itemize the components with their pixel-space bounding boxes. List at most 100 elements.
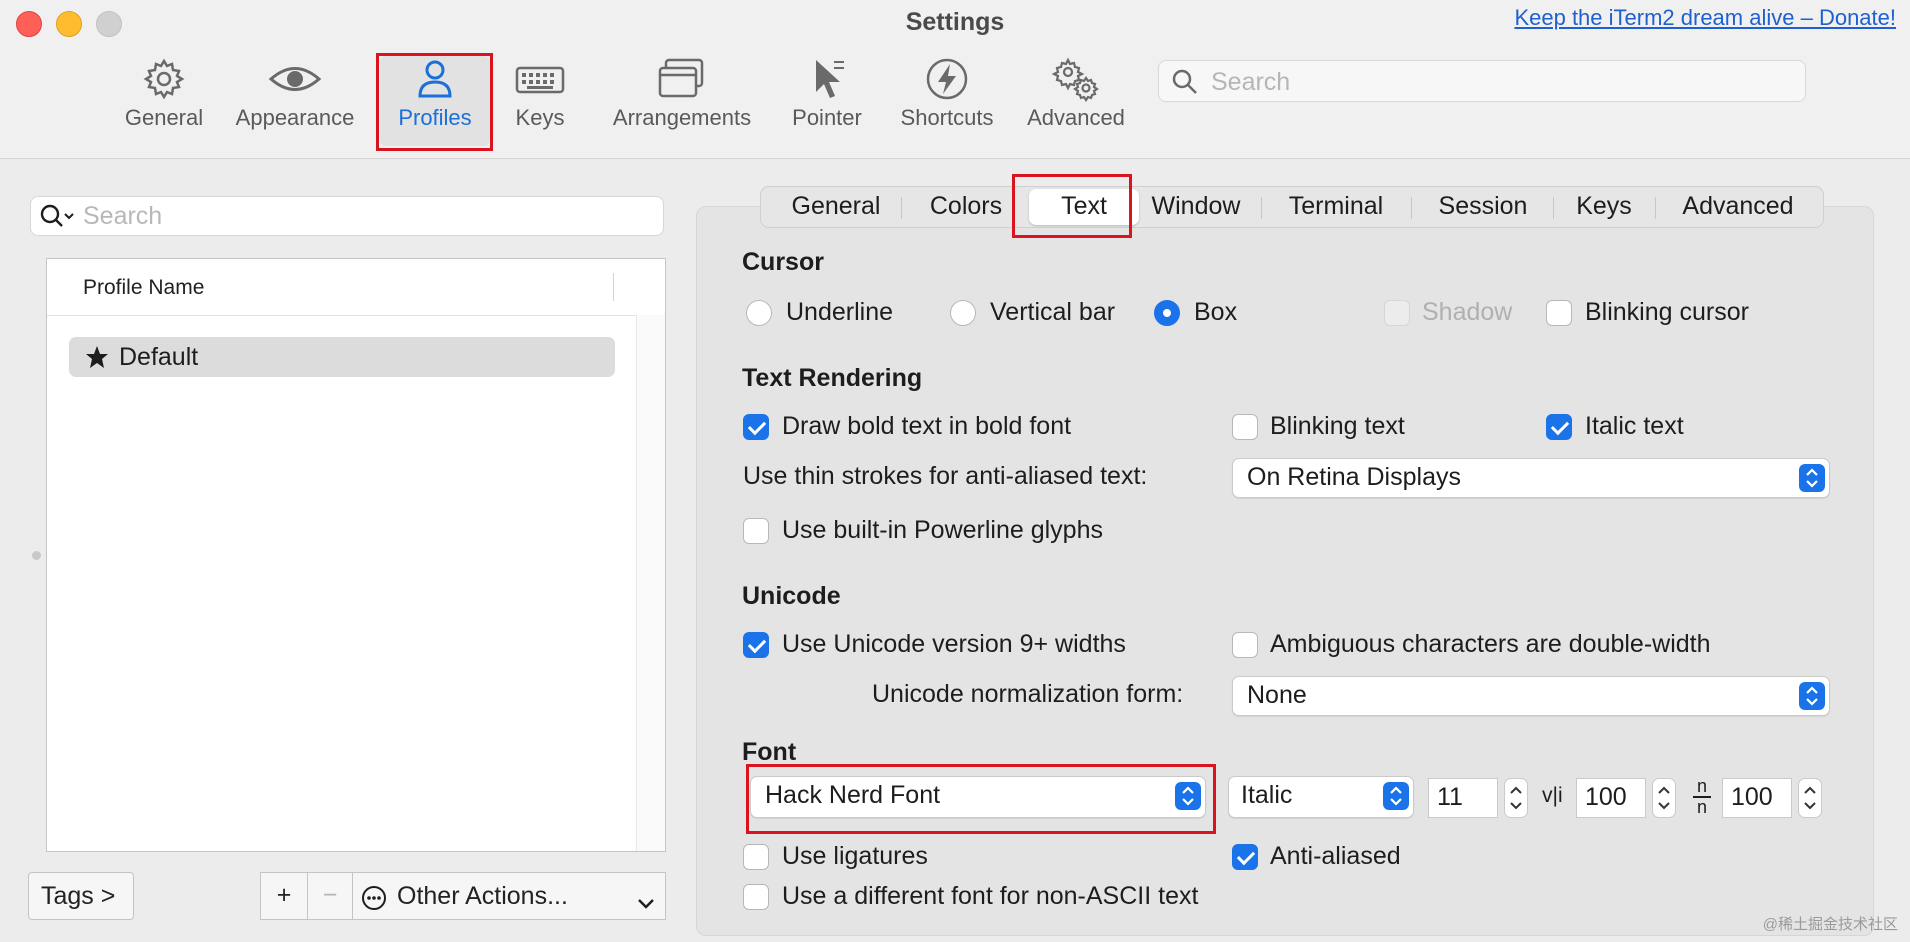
cursor-vertical-bar-label: Vertical bar	[990, 298, 1116, 326]
search-menu-icon[interactable]	[39, 202, 77, 235]
tab-separator	[901, 197, 902, 219]
up-down-chevron-icon	[1799, 464, 1825, 492]
cursor-box-label: Box	[1194, 298, 1238, 326]
font-heading: Font	[742, 738, 797, 766]
add-profile-label: +	[276, 881, 292, 909]
up-down-chevron-icon	[1799, 682, 1825, 710]
windows-icon	[602, 56, 762, 102]
unicode-heading: Unicode	[742, 582, 841, 610]
toolbar-advanced-label: Advanced	[1027, 105, 1125, 130]
ligatures-checkbox[interactable]	[743, 844, 769, 870]
horizontal-spacing-field[interactable]: 100	[1576, 778, 1646, 818]
ligatures-label: Use ligatures	[782, 842, 928, 870]
search-icon	[1171, 68, 1199, 101]
toolbar-search-input[interactable]: Search	[1158, 60, 1806, 102]
toolbar-general-label: General	[124, 105, 204, 130]
toolbar-advanced[interactable]: Advanced	[1018, 56, 1134, 146]
text-rendering-heading: Text Rendering	[742, 364, 923, 392]
horizontal-spacing-stepper[interactable]	[1652, 778, 1676, 818]
tags-button[interactable]: Tags >	[28, 872, 134, 920]
shadow-checkbox[interactable]	[1384, 300, 1410, 326]
vertical-spacing-symbol-top: n	[1696, 776, 1707, 796]
gears-icon	[1018, 56, 1134, 102]
normalization-value: None	[1247, 681, 1307, 709]
powerline-label: Use built-in Powerline glyphs	[782, 516, 1103, 544]
ambiguous-width-checkbox[interactable]	[1232, 632, 1258, 658]
tab-separator	[1553, 197, 1554, 219]
horizontal-spacing-icon: v|i	[1542, 784, 1563, 807]
cursor-heading: Cursor	[742, 248, 824, 276]
watermark: @稀土掘金技术社区	[1762, 916, 1898, 933]
cursor-underline-radio[interactable]	[746, 300, 772, 326]
remove-profile-button[interactable]: −	[307, 872, 353, 920]
tab-separator	[1411, 197, 1412, 219]
font-size-value: 11	[1437, 783, 1463, 811]
font-style-value: Italic	[1241, 781, 1293, 809]
tab-keys[interactable]: Keys	[1561, 192, 1647, 221]
tab-window[interactable]: Window	[1141, 192, 1251, 221]
toolbar-search-placeholder: Search	[1211, 68, 1291, 96]
tab-session[interactable]: Session	[1421, 192, 1545, 221]
split-view-handle[interactable]	[32, 551, 41, 560]
bold-font-checkbox[interactable]	[743, 414, 769, 440]
horizontal-spacing-value: 100	[1585, 783, 1627, 811]
unicode-widths-checkbox[interactable]	[743, 632, 769, 658]
blinking-cursor-checkbox[interactable]	[1546, 300, 1572, 326]
profile-table-scrollbar[interactable]	[636, 315, 665, 851]
lightning-icon	[888, 56, 1006, 102]
other-actions-label: Other Actions...	[397, 882, 568, 910]
toolbar-arrangements[interactable]: Arrangements	[602, 56, 762, 146]
add-profile-button[interactable]: +	[260, 872, 308, 920]
profiles-highlight-box	[376, 53, 493, 151]
other-actions-menu[interactable]: Other Actions...	[352, 872, 666, 920]
toolbar-keys[interactable]: Keys	[508, 56, 572, 146]
toolbar-pointer[interactable]: Pointer	[782, 56, 872, 146]
donate-link[interactable]: Keep the iTerm2 dream alive – Donate!	[1514, 5, 1896, 31]
keyboard-icon	[508, 56, 572, 102]
anti-aliased-label: Anti-aliased	[1270, 842, 1401, 870]
anti-aliased-checkbox[interactable]	[1232, 844, 1258, 870]
profile-name: Default	[119, 343, 199, 371]
gear-icon	[118, 56, 210, 102]
cursor-vertical-bar-radio[interactable]	[950, 300, 976, 326]
italic-text-label: Italic text	[1585, 412, 1684, 440]
vertical-spacing-stepper[interactable]	[1798, 778, 1822, 818]
thin-strokes-label: Use thin strokes for anti-aliased text:	[743, 462, 1148, 490]
cursor-icon	[782, 56, 872, 102]
unicode-widths-label: Use Unicode version 9+ widths	[782, 630, 1126, 658]
profile-table-header[interactable]: Profile Name	[47, 259, 665, 316]
vertical-spacing-value: 100	[1731, 783, 1773, 811]
bold-font-label: Draw bold text in bold font	[782, 412, 1072, 440]
tab-advanced[interactable]: Advanced	[1663, 192, 1813, 221]
normalization-label: Unicode normalization form:	[872, 680, 1184, 708]
non-ascii-font-checkbox[interactable]	[743, 884, 769, 910]
italic-text-checkbox[interactable]	[1546, 414, 1572, 440]
tab-general[interactable]: General	[781, 192, 891, 221]
toolbar-appearance-label: Appearance	[235, 105, 355, 130]
ellipsis-circle-icon	[361, 885, 387, 918]
profile-row-default[interactable]: Default	[69, 337, 615, 377]
normalization-popup[interactable]: None	[1232, 676, 1830, 716]
remove-profile-label: −	[322, 881, 338, 909]
toolbar-general[interactable]: General	[118, 56, 210, 146]
column-divider	[613, 273, 614, 301]
thin-strokes-value: On Retina Displays	[1247, 463, 1461, 491]
toolbar-keys-label: Keys	[515, 105, 565, 130]
toolbar-appearance[interactable]: Appearance	[230, 56, 360, 146]
tab-colors[interactable]: Colors	[911, 192, 1021, 221]
font-size-field[interactable]: 11	[1428, 778, 1498, 818]
eye-icon	[230, 56, 360, 102]
cursor-box-radio[interactable]	[1154, 300, 1180, 326]
powerline-checkbox[interactable]	[743, 518, 769, 544]
blinking-text-checkbox[interactable]	[1232, 414, 1258, 440]
profile-name-column-header: Profile Name	[83, 276, 205, 299]
font-style-popup[interactable]: Italic	[1228, 776, 1414, 818]
thin-strokes-popup[interactable]: On Retina Displays	[1232, 458, 1830, 498]
toolbar-arrangements-label: Arrangements	[612, 105, 752, 130]
cursor-underline-label: Underline	[786, 298, 894, 326]
font-size-stepper[interactable]	[1504, 778, 1528, 818]
vertical-spacing-field[interactable]: 100	[1722, 778, 1792, 818]
toolbar-shortcuts[interactable]: Shortcuts	[888, 56, 1006, 146]
tab-terminal[interactable]: Terminal	[1269, 192, 1403, 221]
profile-search-input[interactable]: Search	[30, 196, 664, 236]
